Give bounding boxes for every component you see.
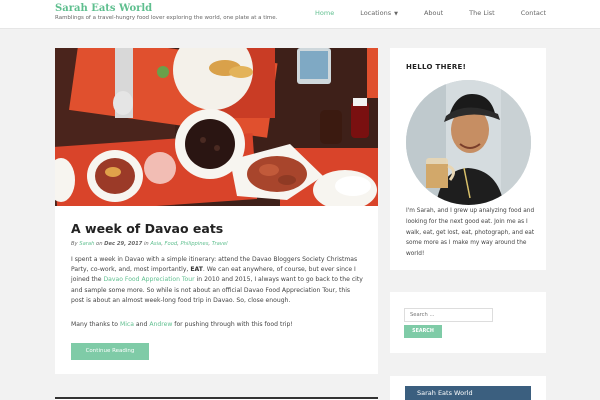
thumbnail-label: Sarah Eats World [417, 389, 473, 397]
mica-link[interactable]: Mica [120, 321, 134, 328]
post-excerpt: I spent a week in Davao with a simple it… [71, 255, 363, 306]
featured-thumbnail[interactable]: Sarah Eats World [405, 386, 531, 400]
post-featured-image[interactable] [55, 48, 378, 206]
post-title[interactable]: A week of Davao eats [71, 221, 223, 236]
avatar [406, 80, 531, 205]
category-link[interactable]: Food [165, 241, 178, 247]
continue-reading-button[interactable]: Continue Reading [71, 343, 149, 360]
search-input[interactable] [404, 308, 493, 322]
post-thanks: Many thanks to Mica and Andrew for pushi… [71, 321, 363, 328]
thanks-text: Many thanks to [71, 321, 120, 328]
nav-the-list[interactable]: The List [469, 9, 495, 17]
header-bar: Sarah Eats World Ramblings of a travel-h… [0, 0, 600, 29]
author-link[interactable]: Sarah [79, 241, 94, 247]
featured-widget: Sarah Eats World [390, 376, 546, 400]
nav-contact[interactable]: Contact [521, 9, 546, 17]
search-widget: SEARCH [390, 292, 546, 353]
meta-on: on [96, 241, 103, 247]
post-card: A week of Davao eats By Sarah on Dec 29,… [55, 48, 378, 374]
tour-link[interactable]: Davao Food Appreciation Tour [103, 276, 194, 283]
site-title[interactable]: Sarah Eats World [55, 3, 152, 14]
nav-locations[interactable]: Locations ▼ [360, 9, 398, 17]
meta-in: in [143, 241, 149, 247]
profile-photo [406, 80, 531, 205]
post-date: Dec 29, 2017 [104, 241, 143, 247]
nav-home[interactable]: Home [315, 9, 334, 17]
about-text: I'm Sarah, and I grew up analyzing food … [406, 208, 535, 258]
post-meta: By Sarah on Dec 29, 2017 in Asia, Food, … [71, 241, 228, 247]
category-link[interactable]: Philippines [180, 241, 208, 247]
thanks-text: and [134, 321, 150, 328]
andrew-link[interactable]: Andrew [149, 321, 172, 328]
search-button[interactable]: SEARCH [404, 325, 442, 338]
main-nav: Home Locations ▼ About The List Contact [289, 9, 546, 17]
widget-title: HELLO THERE! [406, 63, 467, 71]
meta-by: By [71, 241, 78, 247]
category-link[interactable]: Travel [212, 241, 228, 247]
nav-locations-label: Locations [360, 9, 392, 17]
thanks-text: for pushing through with this food trip! [172, 321, 293, 328]
hello-widget: HELLO THERE! I'm Sarah, and I grew up an… [390, 48, 546, 270]
nav-about[interactable]: About [424, 9, 443, 17]
chevron-down-icon: ▼ [394, 11, 398, 17]
site-tagline: Ramblings of a travel-hungry food lover … [55, 15, 278, 21]
category-link[interactable]: Asia [150, 241, 161, 247]
food-photo [55, 48, 378, 206]
excerpt-bold: EAT [190, 266, 203, 274]
